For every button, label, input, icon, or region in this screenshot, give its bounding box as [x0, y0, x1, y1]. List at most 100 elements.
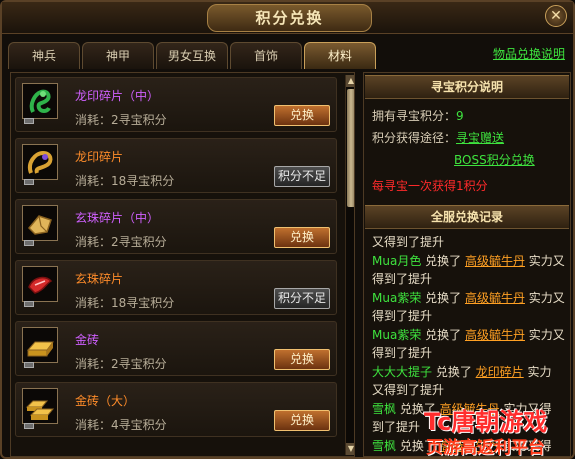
red-shard-icon — [22, 266, 58, 302]
points-sources-label: 积分获得途径： — [372, 131, 457, 145]
item-cost: 消耗：4寻宝积分 — [75, 418, 167, 432]
points-sources: 积分获得途径：寻宝赠送 — [372, 129, 504, 146]
record-text: 兑换了 — [432, 364, 476, 379]
insufficient-points-button[interactable]: 积分不足 — [274, 166, 330, 187]
exchange-help-link[interactable]: 物品兑换说明 — [493, 45, 565, 62]
watermark-subtitle: 页游高返利平台 — [426, 438, 545, 458]
list-item: 金砖 消耗：2寻宝积分 兑换 — [15, 321, 337, 376]
list-item: 龙印碎片（中） 消耗：2寻宝积分 兑换 — [15, 77, 337, 132]
player-name: 雪枫 — [372, 438, 397, 453]
boss-points-exchange: BOSS积分兑换 — [454, 151, 535, 168]
site-watermark: Tc唐朝游戏 页游高返利平台 — [422, 402, 575, 458]
item-cost: 消耗：2寻宝积分 — [75, 113, 167, 127]
item-cost: 消耗：18寻宝积分 — [75, 296, 175, 310]
record-line: 又得到了提升 — [372, 381, 568, 400]
green-dragon-icon — [22, 83, 58, 119]
tab-weapons[interactable]: 神兵 — [8, 42, 80, 69]
record-text: 实力 — [523, 364, 552, 379]
item-link[interactable]: 高级毓牛丹 — [465, 254, 525, 268]
record-line: 得到了提升 — [372, 344, 568, 363]
record-text: 到了提升 — [372, 420, 421, 434]
boss-points-link[interactable]: BOSS积分兑换 — [454, 153, 535, 167]
item-name: 金砖 — [75, 333, 100, 347]
title-bar: 积分兑换 ✕ — [2, 2, 573, 34]
item-list: 龙印碎片（中） 消耗：2寻宝积分 兑换 龙印碎片 消耗：18寻宝积分 积分不足 … — [10, 72, 355, 457]
record-text: 兑换了 — [421, 327, 465, 342]
exchange-button[interactable]: 兑换 — [274, 227, 330, 248]
records-header: 全服兑换记录 — [365, 205, 569, 229]
record-text: 实力又 — [524, 253, 565, 268]
record-text: 得到了提升 — [372, 309, 433, 323]
exchange-button[interactable]: 兑换 — [274, 105, 330, 126]
record-text: 得到了提升 — [372, 272, 433, 286]
points-info-header: 寻宝积分说明 — [365, 75, 569, 99]
player-name: 大大大提子 — [372, 364, 433, 379]
record-line: Mua紫荣 兑换了 高级毓牛丹 实力又 — [372, 326, 568, 345]
gold-dragon-icon — [22, 144, 58, 180]
points-info-panel: 寻宝积分说明 拥有寻宝积分：9 积分获得途径：寻宝赠送 BOSS积分兑换 每寻宝… — [363, 72, 571, 457]
scroll-thumb[interactable] — [347, 89, 354, 207]
record-line: 得到了提升 — [372, 307, 568, 326]
watermark-title: Tc唐朝游戏 — [424, 408, 548, 436]
player-name: Mua月色 — [372, 253, 422, 268]
item-name: 金砖（大） — [75, 394, 136, 408]
item-link[interactable]: 龙印碎片 — [476, 365, 524, 379]
player-name: Mua紫荣 — [372, 327, 422, 342]
record-text: 又得到了提升 — [372, 383, 445, 397]
exchange-button[interactable]: 兑换 — [274, 410, 330, 431]
player-name: 雪枫 — [372, 401, 397, 416]
scroll-down-arrow-icon[interactable]: ▼ — [346, 443, 354, 455]
item-name: 龙印碎片（中） — [75, 89, 160, 103]
exchange-window: 积分兑换 ✕ 神兵 神甲 男女互换 首饰 材料 物品兑换说明 龙印碎片（中） 消… — [0, 0, 575, 459]
record-line: 大大大提子 兑换了 龙印碎片 实力 — [372, 363, 568, 382]
list-item: 龙印碎片 消耗：18寻宝积分 积分不足 — [15, 138, 337, 193]
treasure-hunt-gift-link[interactable]: 寻宝赠送 — [456, 131, 504, 145]
item-name: 龙印碎片 — [75, 150, 124, 164]
item-link[interactable]: 高级毓牛丹 — [465, 328, 525, 342]
tab-gender-swap[interactable]: 男女互换 — [156, 42, 228, 69]
record-line: Mua紫荣 兑换了 高级毓牛丹 实力又 — [372, 289, 568, 308]
close-button[interactable]: ✕ — [545, 5, 567, 27]
record-line: Mua月色 兑换了 高级毓牛丹 实力又 — [372, 252, 568, 271]
item-list-scrollbar[interactable]: ▲ ▼ — [345, 75, 354, 455]
list-item: 玄珠碎片 消耗：18寻宝积分 积分不足 — [15, 260, 337, 315]
tab-jewelry[interactable]: 首饰 — [230, 42, 302, 69]
badge-icon — [24, 423, 34, 429]
window-title: 积分兑换 — [207, 4, 372, 32]
gold-brick-icon — [22, 327, 58, 363]
gold-shard-icon — [22, 205, 58, 241]
category-tabs: 神兵 神甲 男女互换 首饰 材料 — [8, 42, 376, 70]
record-text: 兑换了 — [421, 290, 465, 305]
item-name: 玄珠碎片（中） — [75, 211, 160, 225]
badge-icon — [24, 240, 34, 246]
player-name: Mua紫荣 — [372, 290, 422, 305]
item-link[interactable]: 高级毓牛丹 — [465, 291, 525, 305]
record-line: 得到了提升 — [372, 270, 568, 289]
badge-icon — [24, 362, 34, 368]
item-name: 玄珠碎片 — [75, 272, 124, 286]
record-text: 又得到了提升 — [372, 235, 445, 249]
record-text: 得到了提升 — [372, 346, 433, 360]
owned-points-value: 9 — [456, 109, 464, 123]
owned-points-label: 拥有寻宝积分： — [372, 109, 457, 123]
close-icon: ✕ — [550, 8, 562, 24]
list-item: 金砖（大） 消耗：4寻宝积分 兑换 — [15, 382, 337, 437]
owned-points: 拥有寻宝积分：9 — [372, 107, 464, 124]
record-text: 兑换了 — [421, 253, 465, 268]
points-note: 每寻宝一次获得1积分 — [372, 179, 488, 193]
item-cost: 消耗：18寻宝积分 — [75, 174, 175, 188]
item-cost: 消耗：2寻宝积分 — [75, 235, 167, 249]
tab-materials[interactable]: 材料 — [304, 42, 376, 69]
list-item: 玄珠碎片（中） 消耗：2寻宝积分 兑换 — [15, 199, 337, 254]
gold-bricks-large-icon — [22, 388, 58, 424]
insufficient-points-button[interactable]: 积分不足 — [274, 288, 330, 309]
badge-icon — [24, 179, 34, 185]
exchange-button[interactable]: 兑换 — [274, 349, 330, 370]
item-cost: 消耗：2寻宝积分 — [75, 357, 167, 371]
badge-icon — [24, 118, 34, 124]
record-text: 实力又 — [524, 327, 565, 342]
record-line: 又得到了提升 — [372, 233, 568, 252]
scroll-up-arrow-icon[interactable]: ▲ — [346, 75, 354, 87]
tab-armor[interactable]: 神甲 — [82, 42, 154, 69]
record-text: 实力又 — [524, 290, 565, 305]
